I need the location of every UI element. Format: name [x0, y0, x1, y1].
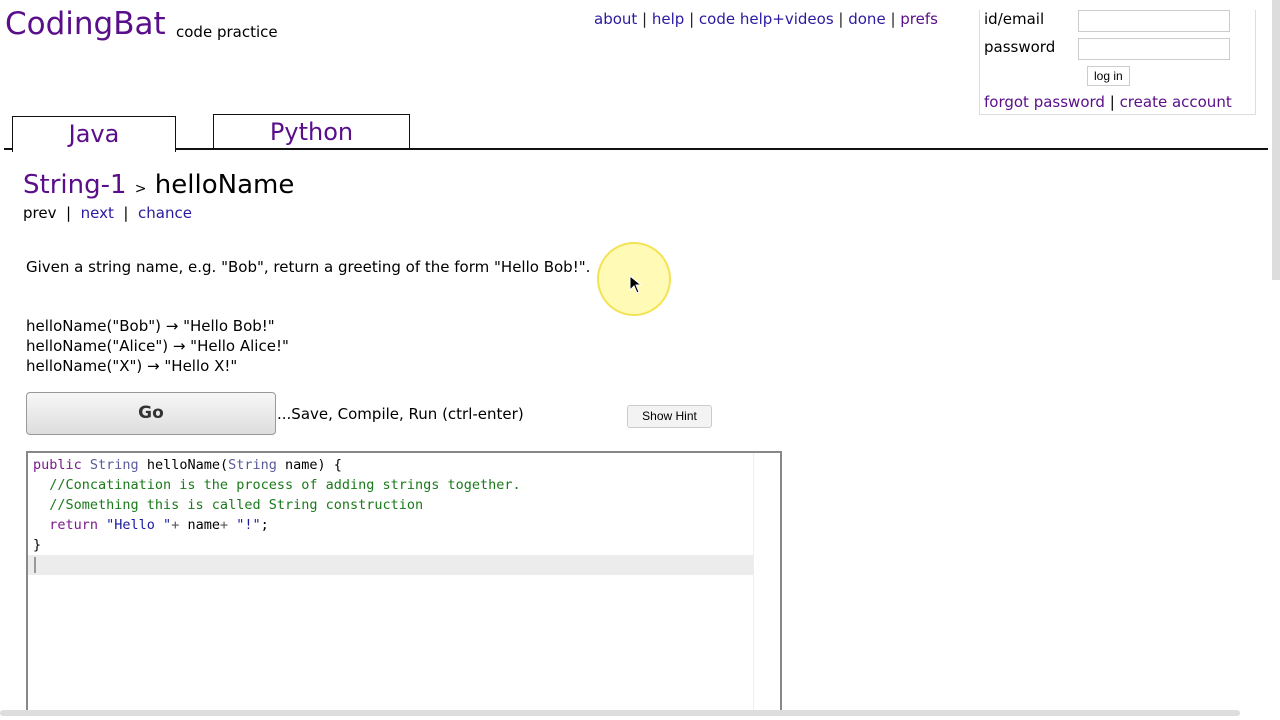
- mouse-pointer-icon: [629, 275, 643, 294]
- prev-label: prev: [23, 204, 57, 222]
- forgot-password-link[interactable]: forgot password: [984, 93, 1105, 111]
- code-line[interactable]: //Something this is called String constr…: [33, 495, 423, 515]
- code-line[interactable]: //Concatination is the process of adding…: [33, 475, 521, 495]
- code-line[interactable]: public String helloName(String name) {: [33, 455, 342, 475]
- page-title: helloName: [154, 170, 295, 200]
- breadcrumb-section[interactable]: String-1: [23, 170, 127, 200]
- current-line-highlight: [28, 555, 753, 575]
- code-token: return: [33, 517, 107, 533]
- problem-description: Given a string name, e.g. "Bob", return …: [26, 258, 591, 276]
- next-link[interactable]: next: [81, 204, 114, 222]
- code-editor[interactable]: public String helloName(String name) { /…: [26, 451, 782, 713]
- password-label: password: [984, 38, 1056, 56]
- editor-gutter: [753, 453, 754, 713]
- show-hint-button[interactable]: Show Hint: [627, 405, 712, 428]
- password-input[interactable]: [1078, 38, 1230, 60]
- code-token: //Concatination is the process of adding…: [33, 477, 521, 493]
- code-token: public: [33, 457, 90, 473]
- id-label: id/email: [984, 10, 1045, 28]
- done-link[interactable]: done: [848, 10, 885, 28]
- code-token: "Hello ": [106, 517, 172, 533]
- prefs-link[interactable]: prefs: [900, 10, 938, 28]
- code-token: String: [89, 457, 147, 473]
- problem-nav: prev | next | chance: [23, 204, 192, 222]
- breadcrumb: String-1 > helloName: [23, 170, 294, 200]
- code-token: }: [33, 537, 42, 553]
- code-token: name: [187, 517, 220, 533]
- login-button[interactable]: log in: [1087, 66, 1130, 86]
- code-token: "!": [236, 517, 261, 533]
- text-cursor: [34, 557, 36, 573]
- vertical-scrollbar[interactable]: [1272, 0, 1280, 280]
- code-token: +: [171, 517, 188, 533]
- code-token: +: [219, 517, 237, 533]
- chance-link[interactable]: chance: [138, 204, 192, 222]
- tab-java[interactable]: Java: [12, 116, 176, 152]
- code-token: String: [228, 457, 285, 473]
- about-link[interactable]: about: [594, 10, 637, 28]
- separator: |: [123, 204, 129, 222]
- code-token: ;: [260, 517, 269, 533]
- separator: |: [1109, 93, 1115, 111]
- example: helloName("Bob") → "Hello Bob!": [26, 317, 275, 335]
- top-links: about | help | code help+videos | done |…: [594, 10, 938, 28]
- go-button[interactable]: Go: [26, 392, 276, 435]
- code-line[interactable]: }: [33, 535, 41, 555]
- example: helloName("X") → "Hello X!": [26, 357, 238, 375]
- code-token: name) {: [285, 457, 342, 473]
- breadcrumb-separator: >: [134, 181, 147, 197]
- tab-divider: [4, 148, 1268, 150]
- login-box: id/email password log in forgot password…: [979, 10, 1256, 115]
- logo[interactable]: CodingBat: [5, 6, 166, 42]
- code-token: helloName(: [146, 457, 229, 473]
- create-account-link[interactable]: create account: [1120, 93, 1232, 111]
- code-token: //Something this is called String constr…: [33, 497, 424, 513]
- horizontal-scrollbar[interactable]: [0, 710, 1240, 716]
- code-line[interactable]: return "Hello "+ name+ "!";: [33, 515, 269, 535]
- go-hint-text: ...Save, Compile, Run (ctrl-enter): [277, 405, 524, 423]
- example: helloName("Alice") → "Hello Alice!": [26, 337, 289, 355]
- id-email-input[interactable]: [1078, 10, 1230, 32]
- tab-python[interactable]: Python: [213, 114, 410, 148]
- help-link[interactable]: help: [652, 10, 684, 28]
- code-help-videos-link[interactable]: code help+videos: [699, 10, 834, 28]
- separator: |: [66, 204, 72, 222]
- tagline: code practice: [176, 23, 278, 41]
